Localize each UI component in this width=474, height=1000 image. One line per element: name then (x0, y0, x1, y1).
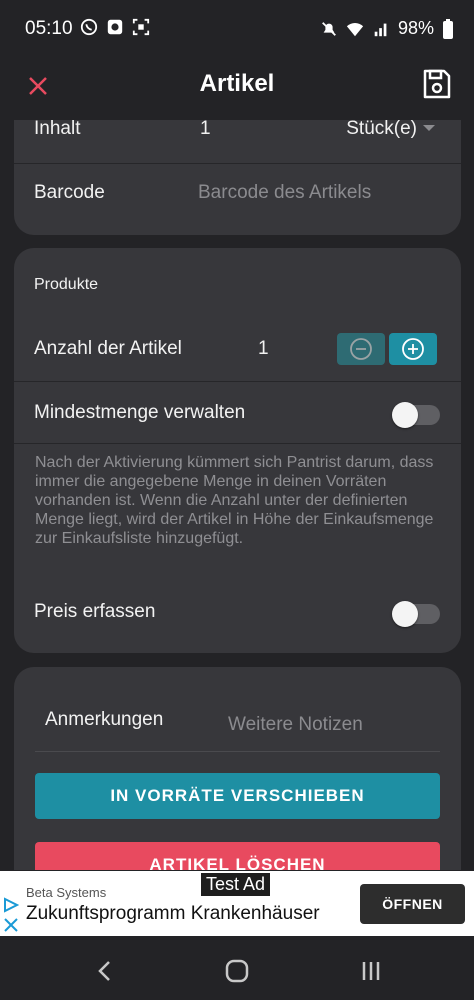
barcode-label: Barcode (34, 182, 105, 203)
min-stock-toggle[interactable] (392, 402, 440, 428)
screenshot-icon (132, 18, 150, 36)
plus-circle-icon (402, 338, 424, 360)
screen: 05:10 98% Artikel Inhalt 1 Stück(e) Barc… (0, 0, 474, 1000)
min-stock-description: Nach der Aktivierung kümmert sich Pantri… (35, 454, 434, 547)
delete-item-button[interactable]: ARTIKEL LÖSCHEN (35, 842, 440, 870)
battery-icon (443, 18, 453, 39)
toggle-knob (392, 402, 418, 428)
quantity-value: 1 (258, 338, 269, 359)
app-icon (107, 19, 123, 35)
status-right: 98% (320, 18, 454, 39)
adchoices-icon[interactable] (3, 897, 19, 913)
details-card: Inhalt 1 Stück(e) Barcode Barcode des Ar… (14, 120, 461, 235)
chevron-down-icon (423, 125, 435, 131)
price-label: Preis erfassen (34, 601, 156, 622)
close-ad-icon[interactable] (4, 918, 18, 932)
barcode-input[interactable]: Barcode des Artikels (198, 182, 371, 204)
products-card: Produkte Anzahl der Artikel 1 Mindestmen… (14, 248, 461, 653)
move-to-stock-button[interactable]: IN VORRÄTE VERSCHIEBEN (35, 773, 440, 819)
back-icon[interactable] (90, 956, 120, 986)
unit-dropdown[interactable]: Stück(e) (346, 120, 435, 140)
notes-label: Anmerkungen (45, 709, 164, 730)
signal-icon (374, 23, 387, 36)
quantity-label: Anzahl der Artikel (34, 338, 182, 359)
battery-level: 98% (397, 18, 434, 38)
mute-icon (322, 21, 336, 36)
form-scroll-area[interactable]: Inhalt 1 Stück(e) Barcode Barcode des Ar… (0, 120, 474, 870)
unit-dropdown-value: Stück(e) (346, 120, 417, 139)
divider (14, 443, 461, 444)
save-icon[interactable] (422, 68, 452, 100)
home-icon[interactable] (222, 956, 252, 986)
recents-icon[interactable] (356, 956, 386, 986)
status-left-icons (80, 18, 150, 36)
decrement-button[interactable] (337, 333, 385, 365)
content-label: Inhalt (34, 120, 81, 139)
status-bar: 05:10 98% (0, 0, 474, 60)
status-time: 05:10 (25, 18, 73, 39)
ad-headline[interactable]: Zukunftsprogramm Krankenhäuser (26, 903, 320, 925)
whatsapp-icon (80, 18, 98, 36)
products-header: Produkte (34, 276, 99, 293)
test-ad-badge: Test Ad (201, 873, 271, 896)
ad-open-button[interactable]: ÖFFNEN (360, 884, 465, 924)
toggle-knob (392, 601, 418, 627)
min-stock-label: Mindestmenge verwalten (34, 402, 246, 423)
minus-circle-icon (350, 338, 372, 360)
app-bar: Artikel (0, 60, 474, 120)
system-nav-bar (0, 936, 474, 1000)
notes-card: Anmerkungen Weitere Notizen IN VORRÄTE V… (14, 667, 461, 870)
content-value-input[interactable]: 1 (200, 120, 211, 140)
notes-input[interactable]: Weitere Notizen (228, 714, 363, 736)
divider (14, 163, 461, 164)
divider (14, 381, 461, 382)
notes-underline (35, 751, 440, 752)
ad-banner[interactable]: Beta Systems Zukunftsprogramm Krankenhäu… (0, 871, 474, 936)
price-toggle[interactable] (392, 601, 440, 627)
increment-button[interactable] (389, 333, 437, 365)
wifi-icon (346, 22, 364, 36)
page-title: Artikel (199, 70, 275, 97)
ad-sponsor: Beta Systems (26, 885, 107, 900)
